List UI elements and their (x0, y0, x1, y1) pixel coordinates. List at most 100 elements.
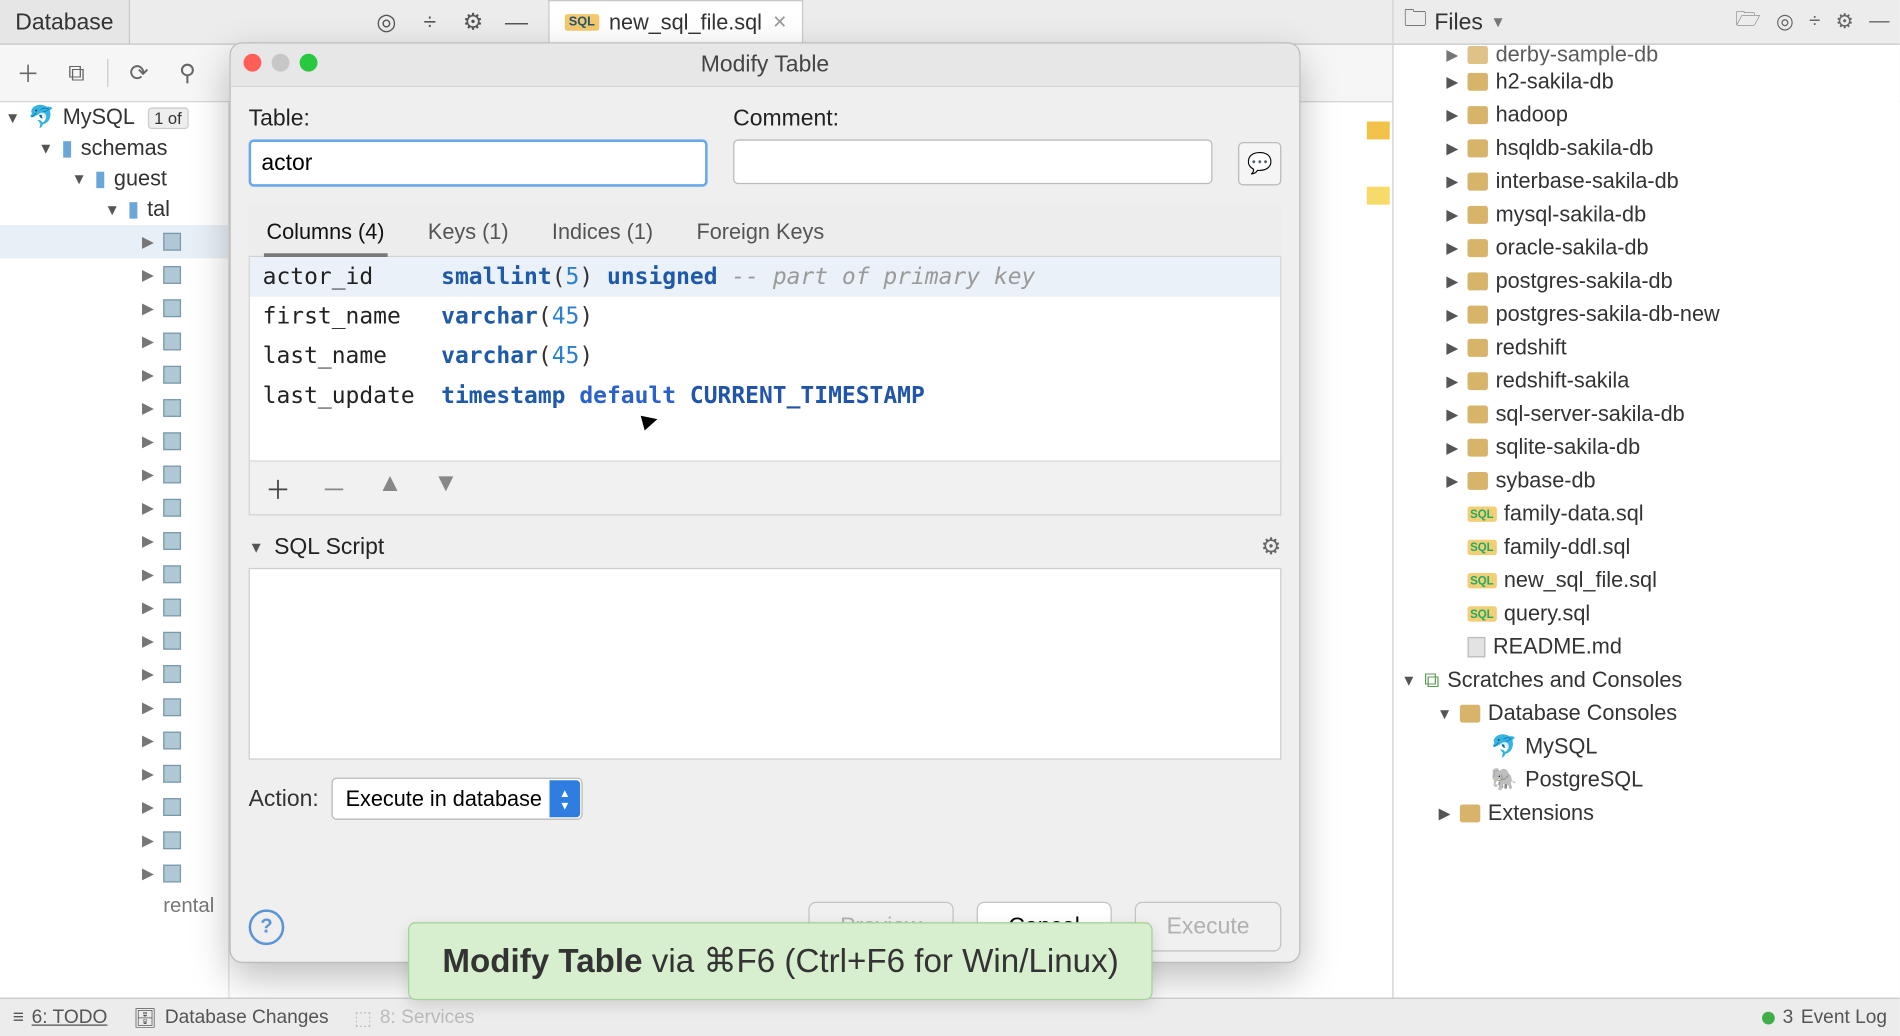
refresh-icon[interactable]: ⟳ (121, 55, 157, 91)
files-item[interactable]: sybase-db (1399, 464, 1895, 497)
files-item[interactable]: redshift-sakila (1399, 365, 1895, 398)
db-changes-tool[interactable]: 🗄Database Changes (133, 1006, 329, 1029)
window-zoom-icon[interactable] (300, 54, 318, 72)
editor-tab[interactable]: SQL new_sql_file.sql ✕ (548, 0, 803, 43)
column-row[interactable]: last_namevarchar(45) (250, 336, 1280, 376)
services-tool[interactable]: ⬚8: Services (354, 1006, 474, 1029)
files-item[interactable]: sqlite-sakila-db (1399, 431, 1895, 464)
select-stepper-icon[interactable]: ▲▼ (550, 780, 581, 817)
chevron-right-icon[interactable] (140, 499, 155, 517)
chevron-right-icon[interactable] (1445, 372, 1460, 390)
chevron-right-icon[interactable] (140, 333, 155, 351)
target-icon[interactable]: ◎ (372, 8, 400, 35)
split-icon[interactable]: ÷ (416, 8, 444, 35)
chevron-right-icon[interactable] (140, 565, 155, 583)
chevron-right-icon[interactable] (140, 366, 155, 384)
files-item[interactable]: postgres-sakila-db (1399, 265, 1895, 298)
table-name-input[interactable] (249, 139, 708, 186)
files-item[interactable]: sql-server-sakila-db (1399, 398, 1895, 431)
tab-indices[interactable]: Indices (1) (549, 212, 655, 255)
files-item[interactable]: hsqldb-sakila-db (1399, 132, 1895, 165)
chevron-right-icon[interactable] (1445, 106, 1460, 124)
chevron-right-icon[interactable] (1445, 139, 1460, 157)
files-item[interactable]: derby-sample-db (1399, 45, 1895, 65)
chevron-right-icon[interactable] (140, 532, 155, 550)
target-icon[interactable]: ◎ (1776, 9, 1794, 35)
gear-icon[interactable]: ⚙ (459, 8, 487, 35)
column-row[interactable]: last_updatetimestamp default CURRENT_TIM… (250, 376, 1280, 416)
copy-icon[interactable]: ⧉ (59, 55, 95, 91)
expand-comment-button[interactable]: 💬 (1238, 142, 1281, 185)
extensions-node[interactable]: Extensions (1399, 797, 1895, 830)
columns-list[interactable]: actor_idsmallint(5) unsigned -- part of … (249, 257, 1282, 462)
files-item[interactable]: hadoop (1399, 98, 1895, 131)
chevron-right-icon[interactable] (1445, 173, 1460, 191)
chevron-right-icon[interactable] (140, 399, 155, 417)
add-icon[interactable]: ＋ (10, 55, 46, 91)
console-mysql[interactable]: 🐬MySQL (1399, 730, 1895, 763)
action-select[interactable]: Execute in database (332, 778, 583, 820)
chevron-right-icon[interactable] (140, 665, 155, 683)
files-item[interactable]: redshift (1399, 331, 1895, 364)
chevron-right-icon[interactable] (1445, 306, 1460, 324)
chevron-right-icon[interactable] (1445, 439, 1460, 457)
chevron-right-icon[interactable] (140, 831, 155, 849)
chevron-right-icon[interactable] (140, 765, 155, 783)
chevron-right-icon[interactable] (1445, 46, 1460, 64)
files-item[interactable]: SQLfamily-data.sql (1399, 498, 1895, 531)
chevron-down-icon[interactable] (5, 109, 20, 127)
files-item[interactable]: SQLnew_sql_file.sql (1399, 564, 1895, 597)
chevron-right-icon[interactable] (140, 432, 155, 450)
chevron-right-icon[interactable] (140, 865, 155, 883)
gear-icon[interactable]: ⚙ (1836, 9, 1854, 35)
chevron-right-icon[interactable] (140, 698, 155, 716)
database-tree[interactable]: 🐬 MySQL 1 of ▮ schemas ▮ guest ▮ tal ren… (0, 102, 230, 997)
add-column-icon[interactable]: ＋ (265, 469, 291, 506)
tab-keys[interactable]: Keys (1) (425, 212, 511, 255)
chevron-right-icon[interactable] (140, 732, 155, 750)
chevron-right-icon[interactable] (140, 233, 155, 251)
comment-input[interactable] (733, 139, 1212, 184)
sql-script-editor[interactable] (249, 568, 1282, 760)
minimize-icon[interactable]: — (502, 8, 530, 35)
scratches-node[interactable]: ⧉Scratches and Consoles (1399, 664, 1895, 697)
chevron-right-icon[interactable] (140, 632, 155, 650)
chevron-right-icon[interactable] (1445, 272, 1460, 290)
files-item[interactable]: mysql-sakila-db (1399, 198, 1895, 231)
todo-tool[interactable]: ≡6: TODO (13, 1007, 108, 1029)
console-postgres[interactable]: 🐘PostgreSQL (1399, 764, 1895, 797)
chevron-right-icon[interactable] (1445, 405, 1460, 423)
chevron-right-icon[interactable] (140, 466, 155, 484)
chevron-right-icon[interactable] (1445, 239, 1460, 257)
chevron-down-icon[interactable] (105, 201, 120, 219)
files-tree[interactable]: derby-sample-dbh2-sakila-dbhadoophsqldb-… (1394, 45, 1900, 838)
files-item[interactable]: oracle-sakila-db (1399, 231, 1895, 264)
chevron-right-icon[interactable] (1437, 804, 1452, 822)
chevron-right-icon[interactable] (140, 798, 155, 816)
close-icon[interactable]: ✕ (772, 12, 787, 34)
chevron-right-icon[interactable] (140, 299, 155, 317)
files-item[interactable]: SQLfamily-ddl.sql (1399, 531, 1895, 564)
open-folder-icon[interactable]: 🗁 (1735, 4, 1760, 39)
column-row[interactable]: actor_idsmallint(5) unsigned -- part of … (250, 257, 1280, 297)
tree-rental-label[interactable]: rental (163, 895, 214, 918)
column-row[interactable]: first_namevarchar(45) (250, 297, 1280, 337)
files-item[interactable]: README.md (1399, 631, 1895, 664)
chevron-right-icon[interactable] (140, 266, 155, 284)
chevron-right-icon[interactable] (1445, 73, 1460, 91)
split-icon[interactable]: ÷ (1809, 10, 1820, 33)
chevron-down-icon[interactable] (249, 538, 264, 556)
db-consoles-node[interactable]: Database Consoles (1399, 697, 1895, 730)
gear-icon[interactable]: ⚙ (1261, 533, 1282, 560)
files-item[interactable]: h2-sakila-db (1399, 65, 1895, 98)
chevron-right-icon[interactable] (1445, 206, 1460, 224)
database-tab[interactable]: Database (0, 0, 130, 43)
chevron-down-icon[interactable] (71, 170, 86, 188)
files-item[interactable]: SQLquery.sql (1399, 597, 1895, 630)
chevron-right-icon[interactable] (1445, 472, 1460, 490)
files-item[interactable]: postgres-sakila-db-new (1399, 298, 1895, 331)
chevron-down-icon[interactable]: ▼ (1490, 13, 1505, 31)
chevron-down-icon[interactable] (1401, 671, 1416, 689)
chevron-down-icon[interactable] (38, 139, 53, 157)
filter-icon[interactable]: ⚲ (170, 55, 206, 91)
